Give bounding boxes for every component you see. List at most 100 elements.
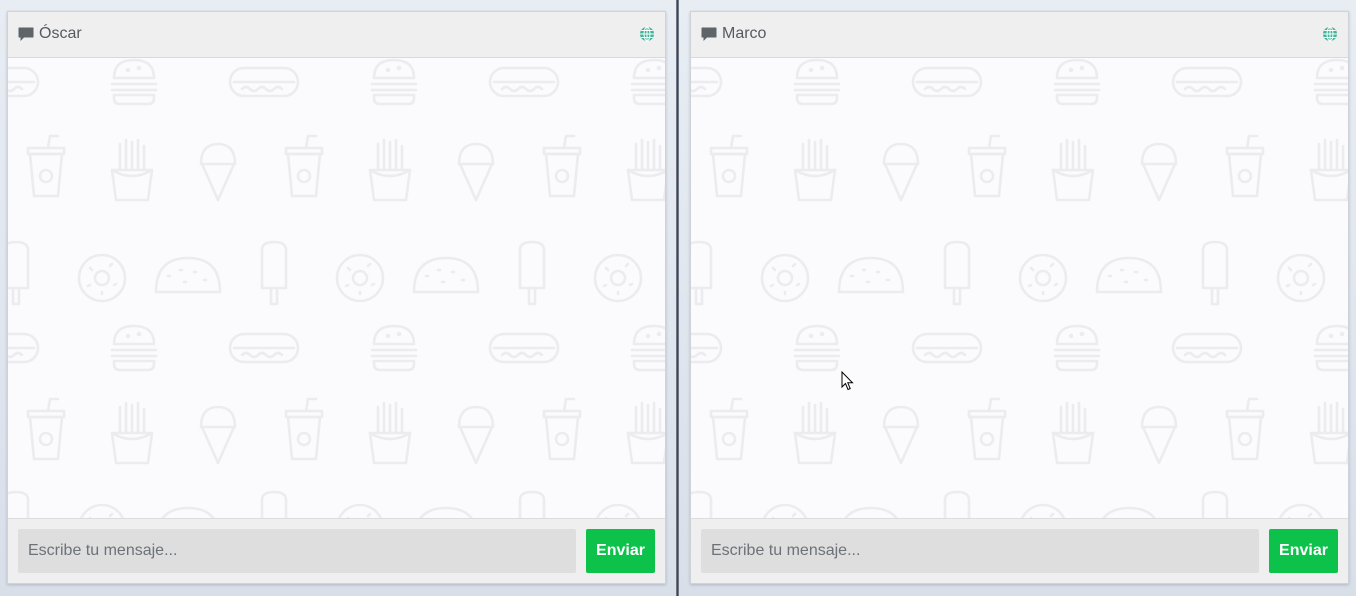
fries-icon <box>110 401 154 465</box>
soda-cup-icon <box>26 397 66 461</box>
taco-icon <box>844 506 898 518</box>
food-pattern <box>691 58 1348 518</box>
burger-icon <box>1313 324 1348 372</box>
popsicle-icon <box>8 490 30 518</box>
soda-cup-icon <box>284 397 324 461</box>
food-pattern <box>8 58 665 518</box>
hotdog-icon <box>228 332 300 364</box>
burger-icon <box>630 324 665 372</box>
globe-icon <box>1323 26 1337 42</box>
contact-name: Marco <box>722 25 767 42</box>
globe-icon <box>640 26 654 42</box>
hotdog-icon <box>488 66 560 98</box>
ice-cream-cone-icon <box>1140 405 1178 465</box>
donut-icon <box>1278 503 1324 518</box>
popsicle-icon <box>691 490 713 518</box>
donut-icon <box>1020 503 1066 518</box>
fries-icon <box>1051 401 1095 465</box>
popsicle-icon <box>943 490 971 518</box>
fries-icon <box>1051 138 1095 202</box>
popsicle-icon <box>518 240 546 306</box>
fries-icon <box>1309 401 1348 465</box>
hotdog-icon <box>1171 332 1243 364</box>
fries-icon <box>368 138 412 202</box>
chat-footer: Enviar <box>8 518 665 583</box>
burger-icon <box>1053 58 1101 106</box>
hotdog-icon <box>228 66 300 98</box>
donut-icon <box>760 253 810 303</box>
message-input[interactable] <box>701 529 1259 573</box>
taco-icon <box>154 256 222 294</box>
hotdog-icon <box>691 332 723 364</box>
donut-icon <box>1276 253 1326 303</box>
donut-icon <box>77 253 127 303</box>
donut-icon <box>762 503 808 518</box>
popsicle-icon <box>260 240 288 306</box>
fries-icon <box>793 138 837 202</box>
popsicle-icon <box>260 490 288 518</box>
fries-icon <box>626 401 665 465</box>
popsicle-icon <box>1201 490 1229 518</box>
donut-icon <box>595 503 641 518</box>
ice-cream-cone-icon <box>882 405 920 465</box>
fries-icon <box>368 401 412 465</box>
soda-cup-icon <box>1225 397 1265 461</box>
burger-icon <box>793 58 841 106</box>
burger-icon <box>1053 324 1101 372</box>
donut-icon <box>593 253 643 303</box>
hotdog-icon <box>911 66 983 98</box>
chat-window-marco: Marco Enviar <box>690 11 1349 584</box>
chat-bubble-icon <box>701 27 717 41</box>
ice-cream-cone-icon <box>199 405 237 465</box>
burger-icon <box>110 324 158 372</box>
popsicle-icon <box>1201 240 1229 306</box>
popsicle-icon <box>8 240 30 306</box>
message-area[interactable] <box>691 58 1348 518</box>
donut-icon <box>1018 253 1068 303</box>
burger-icon <box>370 58 418 106</box>
soda-cup-icon <box>967 397 1007 461</box>
soda-cup-icon <box>709 397 749 461</box>
mouse-pointer-icon <box>841 371 854 391</box>
fries-icon <box>793 401 837 465</box>
fries-icon <box>1309 138 1348 202</box>
chat-footer: Enviar <box>691 518 1348 583</box>
taco-icon <box>412 256 480 294</box>
popsicle-icon <box>518 490 546 518</box>
chat-bubble-icon <box>18 27 34 41</box>
soda-cup-icon <box>967 134 1007 198</box>
donut-icon <box>335 253 385 303</box>
soda-cup-icon <box>26 134 66 198</box>
chat-header: Marco <box>691 12 1348 58</box>
soda-cup-icon <box>1225 134 1265 198</box>
soda-cup-icon <box>542 134 582 198</box>
popsicle-icon <box>691 240 713 306</box>
ice-cream-cone-icon <box>457 142 495 202</box>
popsicle-icon <box>943 240 971 306</box>
message-area[interactable] <box>8 58 665 518</box>
donut-icon <box>337 503 383 518</box>
taco-icon <box>837 256 905 294</box>
burger-icon <box>630 58 665 106</box>
contact-name: Óscar <box>39 25 82 42</box>
chat-window-oscar: Óscar Enviar <box>7 11 666 584</box>
soda-cup-icon <box>542 397 582 461</box>
pane-divider[interactable] <box>676 0 679 596</box>
send-button[interactable]: Enviar <box>586 529 655 573</box>
ice-cream-cone-icon <box>1140 142 1178 202</box>
taco-icon <box>1095 256 1163 294</box>
fries-icon <box>626 138 665 202</box>
hotdog-icon <box>488 332 560 364</box>
hotdog-icon <box>1171 66 1243 98</box>
hotdog-icon <box>8 332 40 364</box>
donut-icon <box>79 503 125 518</box>
burger-icon <box>793 324 841 372</box>
taco-icon <box>419 506 473 518</box>
burger-icon <box>370 324 418 372</box>
taco-icon <box>161 506 215 518</box>
send-button[interactable]: Enviar <box>1269 529 1338 573</box>
ice-cream-cone-icon <box>882 142 920 202</box>
message-input[interactable] <box>18 529 576 573</box>
taco-icon <box>1102 506 1156 518</box>
burger-icon <box>1313 58 1348 106</box>
